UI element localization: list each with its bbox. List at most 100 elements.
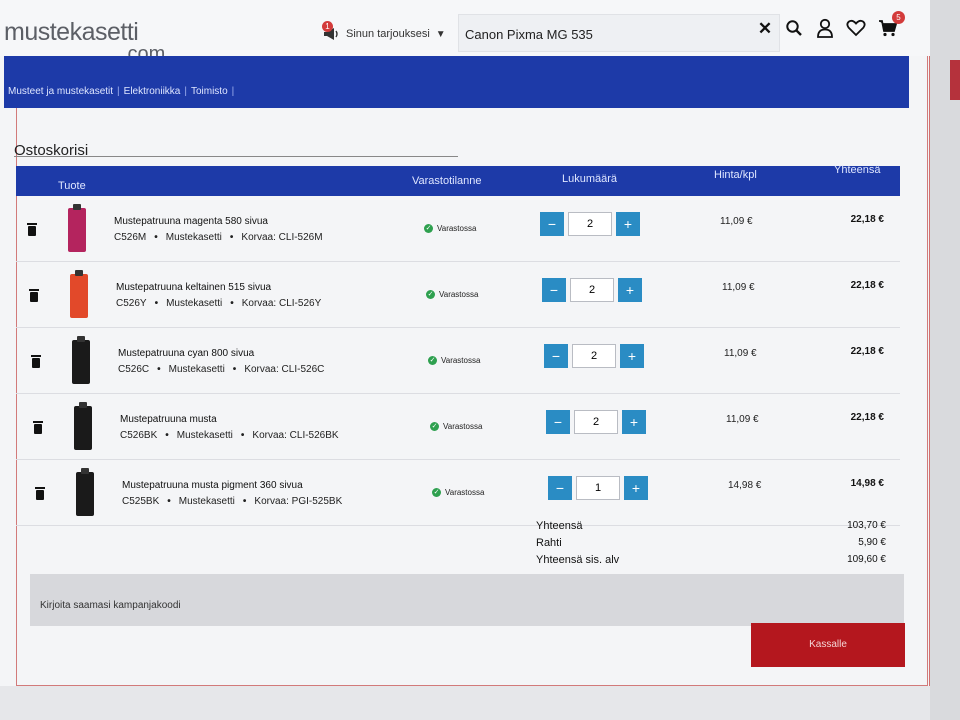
product-name[interactable]: Mustepatruuna magenta 580 sivua xyxy=(114,216,268,227)
check-icon: ✓ xyxy=(432,488,441,497)
stock-label: Varastossa xyxy=(439,290,479,299)
bullet: • xyxy=(165,430,169,441)
increase-quantity-button[interactable]: + xyxy=(624,476,648,500)
product-meta: C526M • Mustekasetti • Korvaa: CLI-526M xyxy=(114,232,323,243)
quantity-input[interactable] xyxy=(572,344,616,368)
cart-count-badge: 5 xyxy=(892,11,905,24)
decrease-quantity-button[interactable]: − xyxy=(546,410,570,434)
cart-row: Mustepatruuna musta C526BK • Mustekasett… xyxy=(16,394,900,460)
increase-quantity-button[interactable]: + xyxy=(622,410,646,434)
offers-dropdown[interactable]: 1 Sinun tarjouksesi ▼ xyxy=(322,21,446,42)
account-button[interactable] xyxy=(814,17,836,39)
quantity-input[interactable] xyxy=(568,212,612,236)
summary-label: Rahti xyxy=(536,537,562,549)
summary-label: Yhteensä xyxy=(536,520,583,532)
campaign-code-field[interactable]: Kirjoita saamasi kampanjakoodi xyxy=(30,574,904,626)
delete-item-button[interactable] xyxy=(27,223,37,236)
background-mark xyxy=(950,60,960,100)
bullet: • xyxy=(157,364,161,375)
stock-status: ✓ Varastossa xyxy=(430,422,482,431)
decrease-quantity-button[interactable]: − xyxy=(542,278,566,302)
product-image[interactable] xyxy=(72,336,90,384)
nav-item-inks[interactable]: Musteet ja mustekasetit xyxy=(8,86,113,97)
stock-label: Varastossa xyxy=(441,356,481,365)
wishlist-button[interactable] xyxy=(845,17,867,39)
nav-item-electronics[interactable]: Elektroniikka xyxy=(124,86,181,97)
clear-search-button[interactable]: ✕ xyxy=(754,18,776,40)
product-brand: Mustekasetti xyxy=(178,496,235,507)
stock-status: ✓ Varastossa xyxy=(428,356,480,365)
row-total: 22,18 € xyxy=(850,412,884,423)
cart-row: Mustepatruuna magenta 580 sivua C526M • … xyxy=(16,196,900,262)
main-navigation: Musteet ja mustekasetit | Elektroniikka … xyxy=(4,56,909,108)
product-name[interactable]: Mustepatruuna keltainen 515 sivua xyxy=(116,282,271,293)
search-button[interactable] xyxy=(783,17,805,39)
unit-price: 11,09 € xyxy=(724,348,757,359)
quantity-stepper: − + xyxy=(540,212,640,236)
summary-value: 103,70 € xyxy=(847,520,886,531)
product-replaces: Korvaa: CLI-526C xyxy=(244,364,325,375)
search-input[interactable] xyxy=(465,24,745,44)
product-brand: Mustekasetti xyxy=(165,232,222,243)
unit-price: 11,09 € xyxy=(720,216,753,227)
decrease-quantity-button[interactable]: − xyxy=(540,212,564,236)
cart-row: Mustepatruuna musta pigment 360 sivua C5… xyxy=(16,460,900,526)
product-brand: Mustekasetti xyxy=(176,430,233,441)
nav-separator: | xyxy=(117,86,120,97)
quantity-input[interactable] xyxy=(570,278,614,302)
check-icon: ✓ xyxy=(430,422,439,431)
product-image[interactable] xyxy=(68,204,86,252)
product-image[interactable] xyxy=(74,402,92,450)
background-edge xyxy=(930,0,960,720)
page: mustekasetti .com 1 Sinun tarjouksesi ▼ … xyxy=(0,0,930,686)
product-replaces: Korvaa: PGI-525BK xyxy=(254,496,343,507)
delete-item-button[interactable] xyxy=(35,487,45,500)
summary-grand-total: Yhteensä sis. alv 109,60 € xyxy=(536,554,886,571)
product-brand: Mustekasetti xyxy=(168,364,225,375)
close-icon: ✕ xyxy=(757,19,773,38)
product-name[interactable]: Mustepatruuna musta pigment 360 sivua xyxy=(122,480,303,491)
decrease-quantity-button[interactable]: − xyxy=(548,476,572,500)
delete-item-button[interactable] xyxy=(29,289,39,302)
decrease-quantity-button[interactable]: − xyxy=(544,344,568,368)
row-total: 14,98 € xyxy=(850,478,884,489)
product-meta: C526BK • Mustekasetti • Korvaa: CLI-526B… xyxy=(120,430,339,441)
offers-badge: 1 xyxy=(322,21,333,32)
product-image[interactable] xyxy=(76,468,94,516)
checkout-button[interactable]: Kassalle xyxy=(751,623,905,667)
site-header: mustekasetti .com 1 Sinun tarjouksesi ▼ … xyxy=(0,0,930,64)
product-name[interactable]: Mustepatruuna musta xyxy=(120,414,217,425)
header-unit-price: Hinta/kpl xyxy=(714,169,757,181)
delete-item-button[interactable] xyxy=(33,421,43,434)
product-image[interactable] xyxy=(70,270,88,318)
row-total: 22,18 € xyxy=(850,346,884,357)
cart-button[interactable]: 5 xyxy=(877,11,905,39)
check-icon: ✓ xyxy=(426,290,435,299)
delete-item-button[interactable] xyxy=(31,355,41,368)
product-code: C526C xyxy=(118,364,150,375)
quantity-input[interactable] xyxy=(574,410,618,434)
summary-label: Yhteensä sis. alv xyxy=(536,554,620,566)
title-underline xyxy=(14,156,458,157)
header-total: Yhteensä xyxy=(834,164,881,176)
search-icon xyxy=(786,20,802,36)
product-meta: C526C • Mustekasetti • Korvaa: CLI-526C xyxy=(118,364,324,375)
nav-item-office[interactable]: Toimisto xyxy=(191,86,228,97)
check-icon: ✓ xyxy=(428,356,437,365)
bullet: • xyxy=(229,232,234,243)
increase-quantity-button[interactable]: + xyxy=(618,278,642,302)
product-name[interactable]: Mustepatruuna cyan 800 sivua xyxy=(118,348,254,359)
bullet: • xyxy=(242,496,247,507)
product-code: C526M xyxy=(114,232,147,243)
check-icon: ✓ xyxy=(424,224,433,233)
bullet: • xyxy=(230,298,234,309)
increase-quantity-button[interactable]: + xyxy=(620,344,644,368)
cart-row: Mustepatruuna cyan 800 sivua C526C • Mus… xyxy=(16,328,900,394)
product-code: C526BK xyxy=(120,430,158,441)
stock-status: ✓ Varastossa xyxy=(426,290,478,299)
quantity-stepper: − + xyxy=(546,410,646,434)
quantity-input[interactable] xyxy=(576,476,620,500)
unit-price: 11,09 € xyxy=(722,282,755,293)
row-total: 22,18 € xyxy=(850,214,884,225)
increase-quantity-button[interactable]: + xyxy=(616,212,640,236)
